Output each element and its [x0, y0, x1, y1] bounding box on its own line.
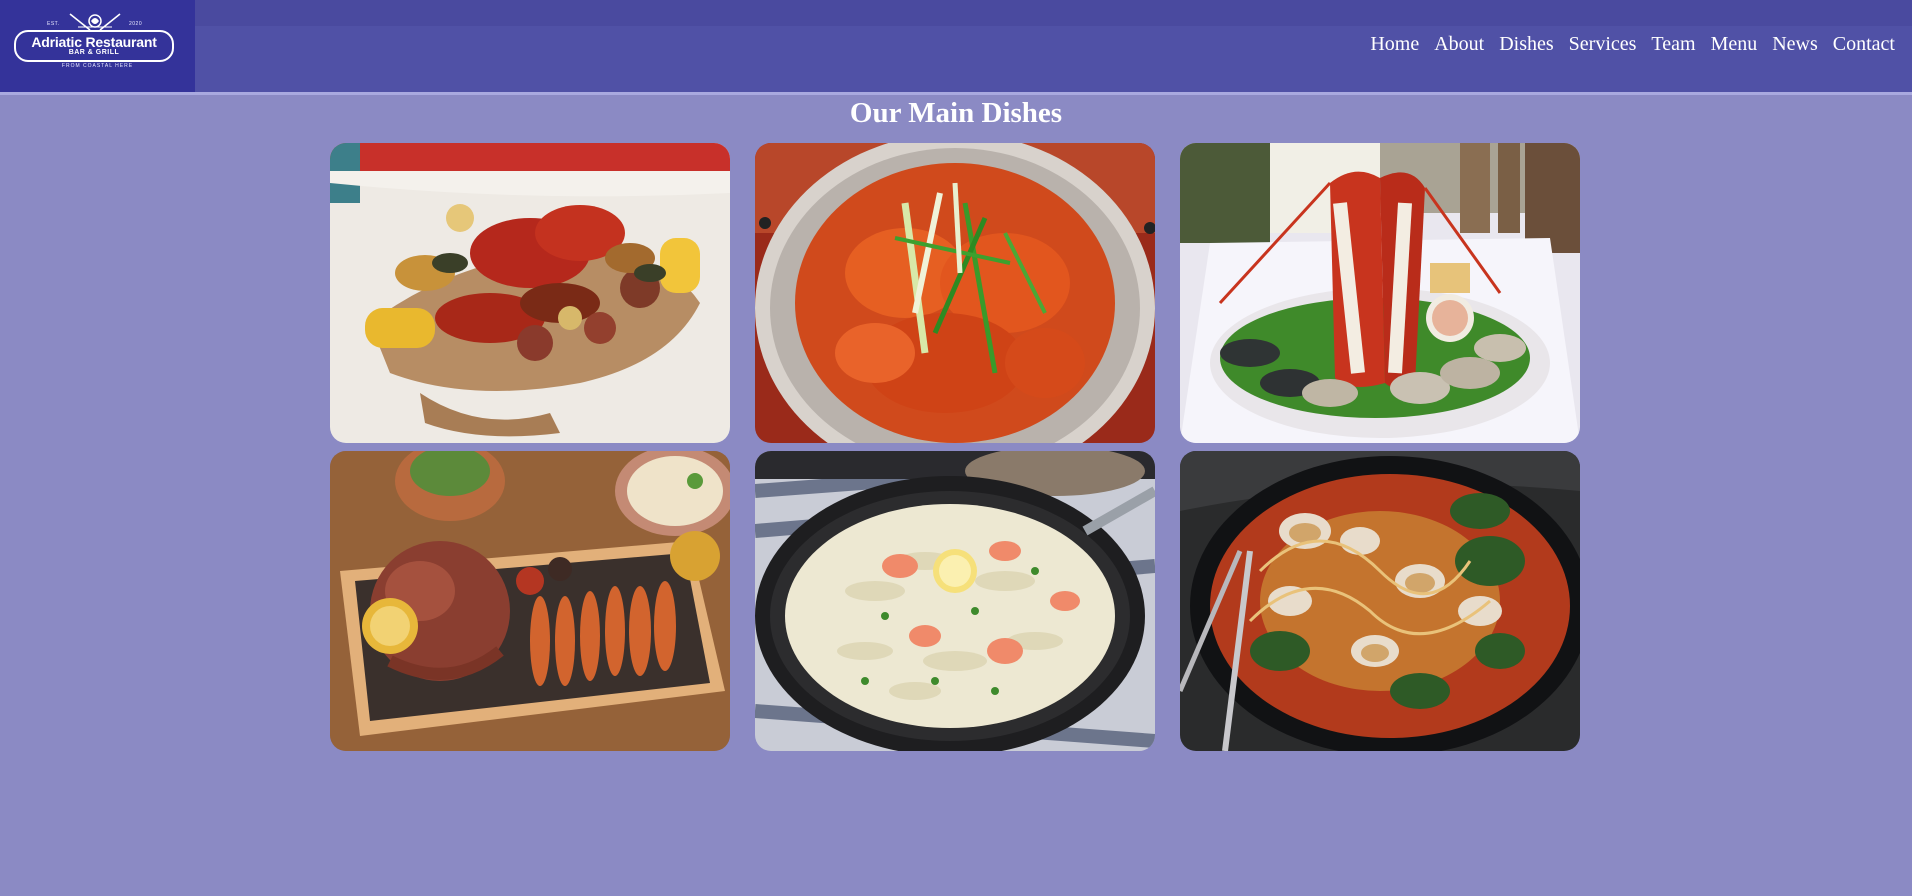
- nav-home[interactable]: Home: [1370, 32, 1419, 56]
- logo-link[interactable]: EST. 2020 Adriatic Restaurant BAR & GRIL…: [0, 0, 195, 92]
- shrimp-pasta-skillet-photo: [755, 451, 1155, 751]
- crest-icon: [69, 13, 121, 31]
- site-header: EST. 2020 Adriatic Restaurant BAR & GRIL…: [0, 0, 1912, 95]
- octopus-grill-board-photo: [330, 451, 730, 751]
- seafood-boil-photo: [330, 143, 730, 443]
- nav-team[interactable]: Team: [1651, 32, 1695, 56]
- logo-est-label: EST.: [47, 21, 60, 27]
- dishes-grid: [330, 143, 1580, 751]
- dish-card-seafood-boil[interactable]: [330, 143, 730, 443]
- logo-name: Adriatic Restaurant: [31, 34, 157, 50]
- logo-subtitle: BAR & GRILL: [68, 49, 120, 56]
- logo-est-year: 2020: [129, 21, 143, 27]
- header-top-band: [195, 0, 1912, 26]
- section-title: Our Main Dishes: [849, 97, 1063, 129]
- main-nav: Home About Dishes Services Team Menu New…: [1370, 32, 1895, 56]
- nav-dishes[interactable]: Dishes: [1499, 32, 1553, 56]
- nav-contact[interactable]: Contact: [1833, 32, 1895, 56]
- crawfish-pan-photo: [755, 143, 1155, 443]
- nav-menu[interactable]: Menu: [1711, 32, 1758, 56]
- logo-tagline: FROM COASTAL HERE: [61, 63, 134, 69]
- clam-spaghetti-pan-photo: [1180, 451, 1580, 751]
- dish-card-octopus[interactable]: [330, 451, 730, 751]
- lobster-platter-photo: [1180, 143, 1580, 443]
- dish-card-lobster[interactable]: [1180, 143, 1580, 443]
- page: EST. 2020 Adriatic Restaurant BAR & GRIL…: [0, 0, 1912, 896]
- nav-services[interactable]: Services: [1569, 32, 1637, 56]
- nav-news[interactable]: News: [1772, 32, 1818, 56]
- dish-card-clam-pasta[interactable]: [1180, 451, 1580, 751]
- dish-card-shrimp-pasta[interactable]: [755, 451, 1155, 751]
- logo-badge: Adriatic Restaurant BAR & GRILL: [14, 30, 174, 62]
- dish-card-crawfish[interactable]: [755, 143, 1155, 443]
- nav-about[interactable]: About: [1434, 32, 1484, 56]
